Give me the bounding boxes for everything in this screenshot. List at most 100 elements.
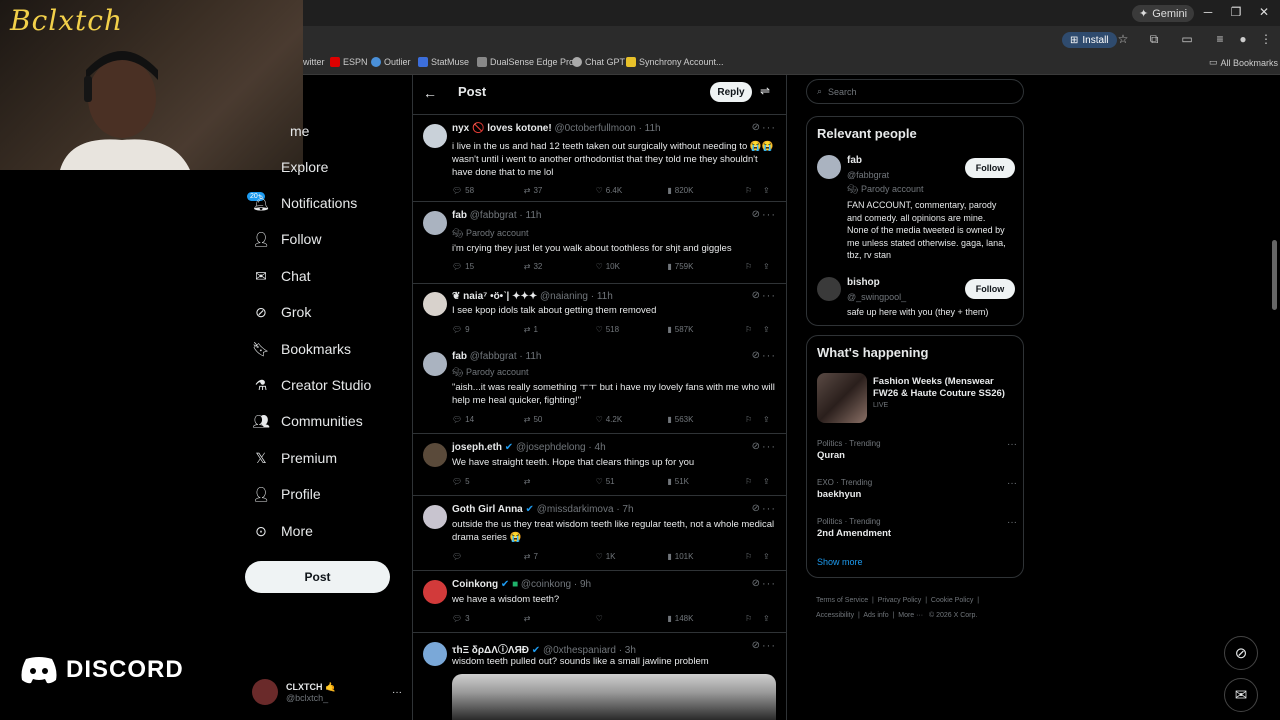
more-icon[interactable]: ··· [762,578,776,590]
bookmark-synchrony[interactable]: Synchrony Account... [626,57,724,67]
nav-home[interactable]: me [290,119,309,143]
repost-action[interactable]: ⇄ 50 [524,415,596,424]
like-action[interactable]: ♡ 1K [596,552,668,561]
reply-action[interactable]: 💬︎ 58 [452,186,524,195]
reply-action[interactable]: 💬︎ 5 [452,477,524,486]
tweet[interactable]: Goth Girl Anna ✔ @missdarkimova · 7h ⊘ ··… [413,497,786,571]
repost-action[interactable]: ⇄ 37 [524,186,596,195]
footer-link[interactable]: Privacy Policy [878,597,922,604]
bookmark-action[interactable]: ⚐ [745,325,763,334]
like-action[interactable]: ♡ 6.4K [596,186,668,195]
grok-icon[interactable]: ⊘ [752,122,760,133]
nav-explore[interactable]: Explore [281,155,328,179]
featured-trend-title[interactable]: Fashion Weeks (Menswear FW26 & Haute Cou… [873,376,1005,400]
views-action[interactable]: ▮ 101K [667,552,745,561]
trend-item[interactable]: EXO · Trending baekhyun ··· [817,478,1017,500]
nav-premium[interactable]: 𝕏 Premium [253,446,337,470]
bookmark-statmuse[interactable]: StatMuse [418,57,469,67]
nav-notifications[interactable]: 🔔︎ Notifications [252,191,357,215]
like-action[interactable]: ♡ 10K [596,262,668,271]
views-action[interactable]: ▮ 587K [667,325,745,334]
views-action[interactable]: ▮ 563K [667,415,745,424]
minimize-button[interactable]: ─ [1198,5,1218,19]
grok-icon[interactable]: ⊘ [752,350,760,361]
more-icon[interactable]: ··· [762,350,776,362]
more-icon[interactable]: ··· [762,441,776,453]
tweet-author[interactable]: ❦ naia⁷ •ö•˺| ✦✦✦ [452,291,537,302]
sliders-icon[interactable]: ⇌ [760,84,770,98]
reply-action[interactable]: 💬︎ 14 [452,415,524,424]
back-arrow-icon[interactable]: ← [423,85,437,101]
repost-action[interactable]: ⇄ 1 [524,325,596,334]
reply-action[interactable]: 💬︎ 15 [452,262,524,271]
nav-follow[interactable]: 👤︎ Follow [252,227,321,251]
footer-link[interactable]: Accessibility [816,612,854,619]
scrollbar[interactable] [1272,240,1277,310]
person-name[interactable]: bishop [847,277,880,288]
tweet-author[interactable]: Coinkong [452,579,498,590]
nav-profile[interactable]: 👤︎ Profile [252,482,321,506]
more-icon[interactable]: ··· [392,687,402,698]
bookmark-action[interactable]: ⚐ [745,614,763,623]
share-action[interactable]: ⇪ [763,552,777,561]
grok-icon[interactable]: ⊘ [752,640,760,651]
post-button[interactable]: Post [245,561,390,593]
account-switcher[interactable]: CLXTCH 🤙 @bclxtch_ ··· [252,676,402,708]
like-action[interactable]: ♡ [596,614,668,623]
nav-communities[interactable]: 👥︎ Communities [252,409,363,433]
grok-icon[interactable]: ⊘ [752,578,760,589]
nav-creator-studio[interactable]: ⚗ Creator Studio [253,373,372,397]
trend-item[interactable]: Politics · Trending Quran ··· [817,439,1017,461]
share-action[interactable]: ⇪ [763,614,777,623]
bookmark-outlier[interactable]: Outlier [371,57,411,67]
bookmark-action[interactable]: ⚐ [745,186,763,195]
tweet-author[interactable]: fab [452,210,467,221]
share-action[interactable]: ⇪ [763,262,777,271]
more-icon[interactable]: ··· [762,290,776,302]
repost-action[interactable]: ⇄ [524,477,596,486]
footer-link[interactable]: More ··· [898,612,923,619]
reply-button[interactable]: Reply [710,82,752,102]
profile-avatar-icon[interactable]: ● [1235,32,1251,46]
views-action[interactable]: ▮ 759K [667,262,745,271]
trend-image[interactable] [817,373,867,423]
grok-icon[interactable]: ⊘ [752,503,760,514]
restore-button[interactable]: ❐ [1226,5,1246,19]
tweet-author[interactable]: Goth Girl Anna [452,504,523,515]
show-more-link[interactable]: Show more [817,557,863,567]
more-icon[interactable]: ··· [1007,517,1017,528]
tweet[interactable]: τhΞ δρΔΛⓘΛЯĐ ✔ @0xthespaniard · 3h ⊘ ··· … [413,634,786,720]
views-action[interactable]: ▮ 51K [667,477,745,486]
tweet[interactable]: joseph.eth ✔ @josephdelong · 4h ⊘ ··· We … [413,435,786,496]
bookmark-action[interactable]: ⚐ [745,552,763,561]
bookmark-action[interactable]: ⚐ [745,262,763,271]
like-action[interactable]: ♡ 4.2K [596,415,668,424]
bookmark-chatgpt[interactable]: Chat GPT [572,57,625,67]
bookmark-espn[interactable]: ESPN [330,57,368,67]
reply-action[interactable]: 💬︎ [452,552,524,561]
grok-icon[interactable]: ⊘ [752,441,760,452]
nav-more[interactable]: ⊙ More [253,519,313,543]
follow-button[interactable]: Follow [965,158,1015,178]
tweet-author[interactable]: nyx 🚫 loves kotone! [452,123,552,134]
repost-action[interactable]: ⇄ 32 [524,262,596,271]
views-action[interactable]: ▮ 148K [667,614,745,623]
bookmark-action[interactable]: ⚐ [745,415,763,424]
messages-fab-icon[interactable]: ✉ [1224,678,1258,712]
more-icon[interactable]: ··· [762,209,776,221]
follow-button[interactable]: Follow [965,279,1015,299]
tweet[interactable]: Coinkong ✔ ■ @coinkong · 9h ⊘ ··· we have… [413,572,786,633]
tab-search-icon[interactable]: ▭ [1179,32,1195,46]
more-icon[interactable]: ··· [1007,439,1017,450]
share-action[interactable]: ⇪ [763,477,777,486]
more-icon[interactable]: ··· [762,122,776,134]
person-name[interactable]: fab [847,155,862,166]
reply-action[interactable]: 💬︎ 3 [452,614,524,623]
share-action[interactable]: ⇪ [763,325,777,334]
tweet[interactable]: nyx 🚫 loves kotone! @0ctoberfullmoon · 1… [413,116,786,202]
grok-icon[interactable]: ⊘ [752,290,760,301]
bookmark-twitter[interactable]: witter [303,57,325,67]
tweet[interactable]: fab @fabbgrat · 11h ⊘ ··· 🎭︎ Parody accou… [413,344,786,434]
grok-icon[interactable]: ⊘ [752,209,760,220]
footer-link[interactable]: Ads info [863,612,888,619]
